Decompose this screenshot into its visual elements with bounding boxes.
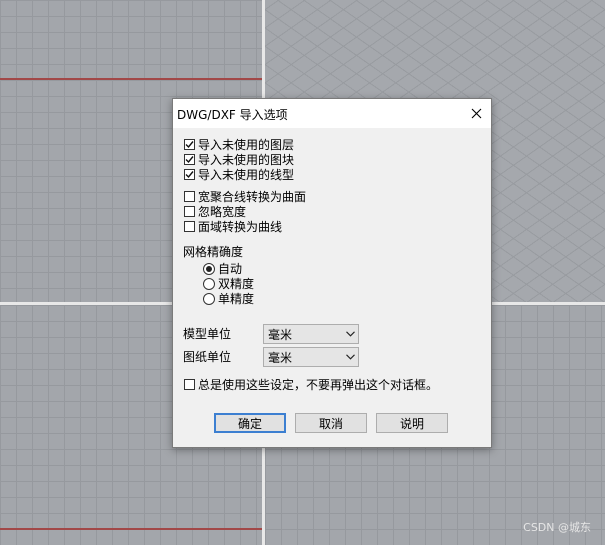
checkbox[interactable] <box>184 139 195 150</box>
watermark: CSDN @城东 <box>523 521 591 534</box>
wide-polyline-to-surface-option[interactable]: 宽聚合线转换为曲面 <box>184 189 306 204</box>
chevron-down-icon <box>345 331 355 337</box>
precision-auto-option[interactable]: 自动 <box>203 261 242 276</box>
select-value: 毫米 <box>268 327 293 342</box>
checkbox[interactable] <box>184 221 195 232</box>
model-units-select[interactable]: 毫米 <box>263 324 359 344</box>
radio-selected-dot <box>206 265 212 272</box>
paper-units-row: 图纸单位 <box>183 349 231 364</box>
import-options-dialog: DWG/DXF 导入选项 导入未使用的图层 导入未使用的图块 导入未使用的线型 … <box>172 98 492 448</box>
ignore-width-option[interactable]: 忽略宽度 <box>184 204 246 219</box>
x-axis-line <box>0 528 262 530</box>
paper-units-select[interactable]: 毫米 <box>263 347 359 367</box>
checkmark-icon <box>185 156 194 164</box>
help-button[interactable]: 说明 <box>376 413 448 433</box>
checkbox-label: 导入未使用的线型 <box>198 168 295 182</box>
radio-label: 单精度 <box>218 292 255 306</box>
x-axis-line <box>0 78 262 80</box>
dialog-title: DWG/DXF 导入选项 <box>177 108 288 122</box>
checkbox[interactable] <box>184 191 195 202</box>
ok-button[interactable]: 确定 <box>214 413 286 433</box>
checkbox[interactable] <box>184 206 195 217</box>
always-use-settings-option[interactable]: 总是使用这些设定，不要再弹出这个对话框。 <box>184 377 438 392</box>
close-icon <box>471 108 481 118</box>
import-unused-blocks-option[interactable]: 导入未使用的图块 <box>184 152 294 167</box>
import-unused-linetypes-option[interactable]: 导入未使用的线型 <box>184 167 294 182</box>
dialog-titlebar[interactable]: DWG/DXF 导入选项 <box>173 99 491 128</box>
radio-button[interactable] <box>203 262 215 275</box>
paper-units-label: 图纸单位 <box>183 350 232 364</box>
checkmark-icon <box>185 141 194 149</box>
close-button[interactable] <box>463 100 489 126</box>
select-value: 毫米 <box>268 350 293 365</box>
model-units-row: 模型单位 <box>183 326 231 341</box>
checkbox[interactable] <box>184 169 195 180</box>
checkbox-label: 面域转换为曲线 <box>198 220 283 234</box>
import-unused-layers-option[interactable]: 导入未使用的图层 <box>184 137 294 152</box>
checkbox-label: 总是使用这些设定，不要再弹出这个对话框。 <box>198 378 439 392</box>
model-units-label: 模型单位 <box>183 327 232 341</box>
mesh-precision-heading: 网格精确度 <box>183 244 243 259</box>
checkbox[interactable] <box>184 379 195 390</box>
chevron-down-icon <box>345 354 355 360</box>
checkmark-icon <box>185 171 194 179</box>
region-to-curve-option[interactable]: 面域转换为曲线 <box>184 219 282 234</box>
group-label: 网格精确度 <box>183 245 244 259</box>
precision-double-option[interactable]: 双精度 <box>203 276 254 291</box>
cancel-button[interactable]: 取消 <box>295 413 367 433</box>
radio-button[interactable] <box>203 292 215 305</box>
radio-button[interactable] <box>203 277 215 290</box>
precision-single-option[interactable]: 单精度 <box>203 291 254 306</box>
checkbox[interactable] <box>184 154 195 165</box>
